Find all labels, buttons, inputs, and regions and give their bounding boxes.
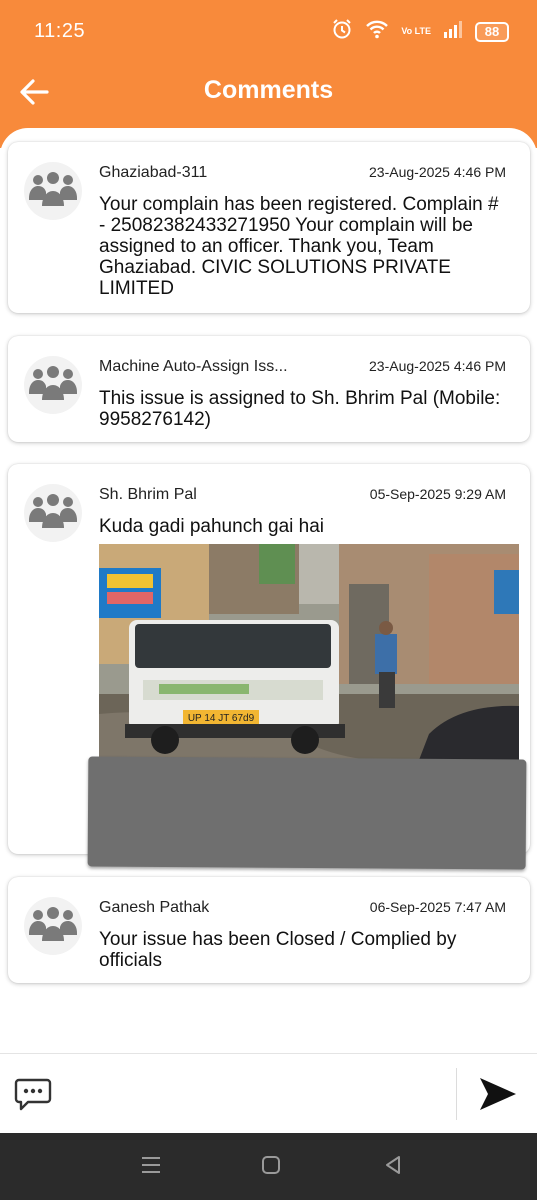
volte-label: Vo LTE (401, 26, 431, 36)
comment-timestamp: 05-Sep-2025 9:29 AM (369, 486, 506, 502)
page-title: Comments (203, 76, 334, 104)
comment-author: Machine Auto-Assign Iss... (99, 358, 288, 375)
comment-author: Ganesh Pathak (99, 899, 210, 916)
add-comment-button[interactable] (14, 1076, 52, 1112)
comments-list: Ghaziabad-311 23-Aug-2025 4:46 PM Your c… (0, 128, 537, 1053)
recents-icon (140, 1155, 162, 1180)
home-icon (260, 1154, 282, 1181)
chat-bubble-icon (14, 1078, 52, 1116)
comment-message: Your issue has been Closed / Complied by… (99, 929, 457, 971)
back-triangle-icon (382, 1154, 404, 1181)
vehicle-plate: UP 14 JT 67d9 (188, 713, 255, 724)
comment-message: Your complain has been registered. Compl… (99, 194, 499, 299)
avatar (24, 162, 82, 220)
comment-message: This issue is assigned to Sh. Bhrim Pal … (99, 388, 501, 430)
status-time: 11:25 (34, 20, 86, 42)
people-group-icon (27, 171, 79, 211)
wifi-icon (365, 19, 389, 44)
comment-timestamp: 23-Aug-2025 4:46 PM (369, 164, 506, 180)
avatar (24, 356, 82, 414)
battery-indicator: 88 (475, 21, 509, 42)
send-button[interactable] (474, 1074, 520, 1114)
comment-card: Machine Auto-Assign Iss... 23-Aug-2025 4… (8, 336, 530, 442)
comment-timestamp: 06-Sep-2025 7:47 AM (369, 899, 506, 915)
people-group-icon (27, 493, 79, 533)
comment-composer (0, 1053, 537, 1133)
comment-message: Kuda gadi pahunch gai hai (99, 516, 325, 537)
nav-back-button[interactable] (378, 1153, 408, 1181)
people-group-icon (27, 365, 79, 405)
comment-card: Ghaziabad-311 23-Aug-2025 4:46 PM Your c… (8, 142, 530, 313)
comment-photo[interactable]: UP 14 JT 67d9 (99, 544, 519, 760)
people-group-icon (27, 906, 79, 946)
avatar (24, 484, 82, 542)
home-button[interactable] (256, 1153, 286, 1181)
comment-author: Sh. Bhrim Pal (99, 486, 197, 503)
composer-divider (456, 1068, 457, 1120)
status-bar: 11:25 Vo LTE 88 (0, 0, 537, 64)
send-icon (474, 1078, 520, 1118)
redaction-overlay (87, 756, 527, 870)
alarm-icon (331, 18, 353, 45)
avatar (24, 897, 82, 955)
signal-icon (443, 19, 463, 44)
recents-button[interactable] (136, 1153, 166, 1181)
status-icons: Vo LTE 88 (331, 18, 509, 45)
system-nav-bar (0, 1133, 537, 1200)
comment-author: Ghaziabad-311 (99, 164, 208, 181)
comment-timestamp: 23-Aug-2025 4:46 PM (369, 358, 506, 374)
comment-card: Ganesh Pathak 06-Sep-2025 7:47 AM Your i… (8, 877, 530, 983)
